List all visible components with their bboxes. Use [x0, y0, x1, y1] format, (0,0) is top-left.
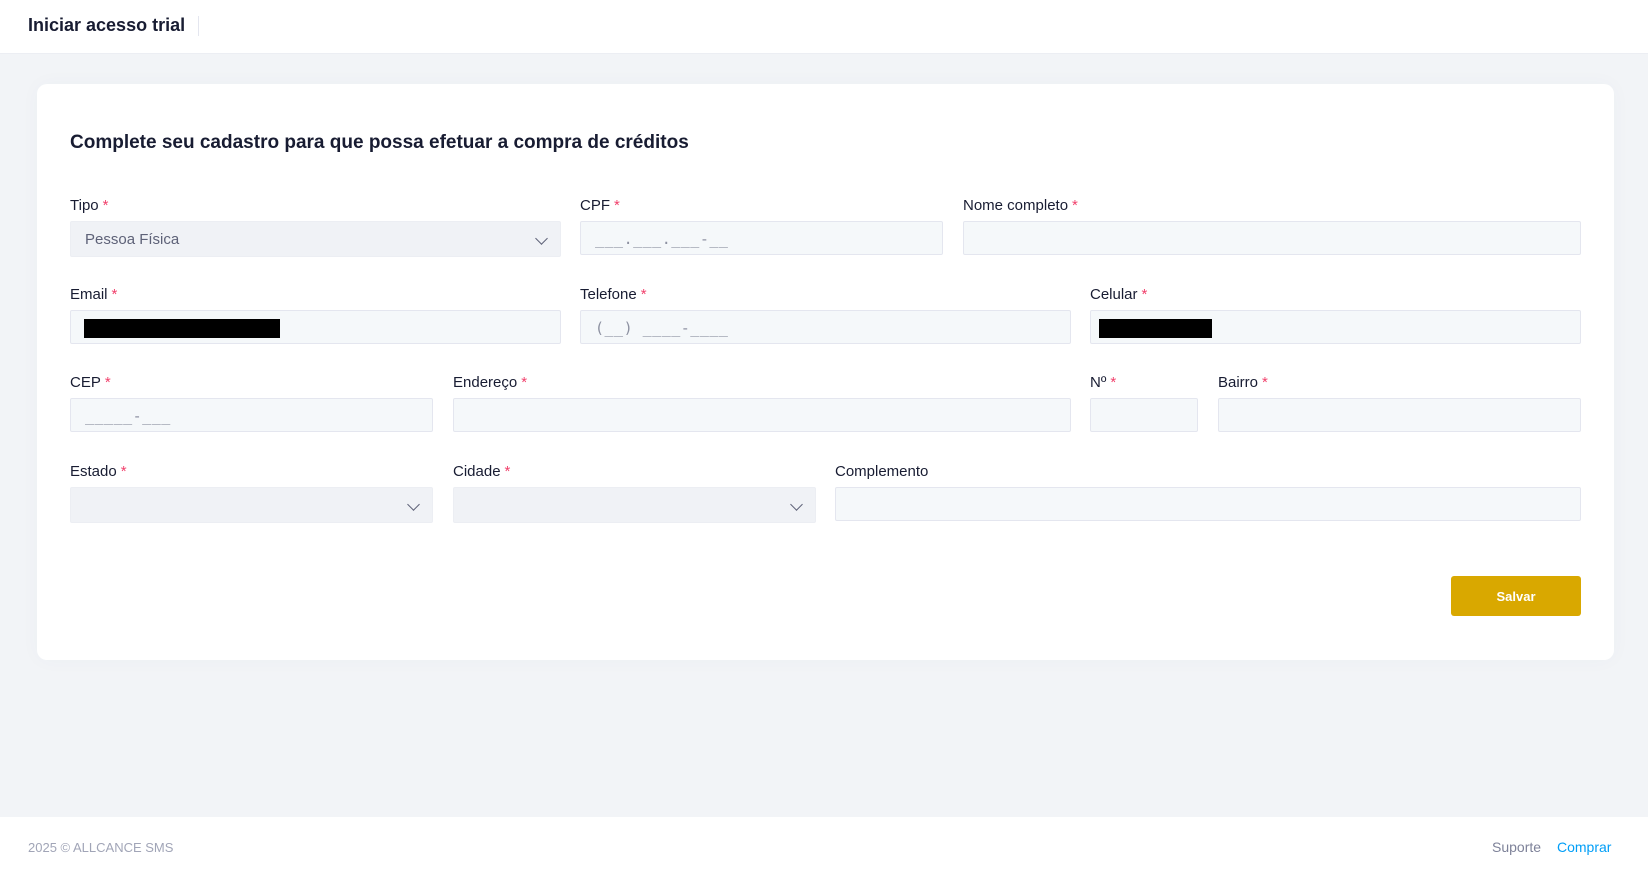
endereco-input[interactable] — [453, 398, 1071, 432]
cep-label: CEP * — [70, 374, 111, 391]
bairro-label: Bairro * — [1218, 374, 1268, 391]
header-divider — [198, 16, 199, 36]
required-mark: * — [1262, 374, 1268, 391]
estado-label: Estado * — [70, 463, 127, 480]
required-mark: * — [521, 374, 528, 391]
chevron-down-icon — [535, 232, 548, 245]
form-heading: Complete seu cadastro para que possa efe… — [70, 132, 689, 153]
required-mark: * — [102, 197, 109, 214]
save-button[interactable]: Salvar — [1451, 576, 1581, 616]
required-mark: * — [1141, 286, 1148, 303]
comprar-link[interactable]: Comprar — [1557, 839, 1611, 855]
required-mark: * — [640, 286, 647, 303]
redacted-block — [1099, 319, 1212, 338]
required-mark: * — [1110, 374, 1117, 391]
telefone-label: Telefone * — [580, 286, 647, 303]
email-label: Email * — [70, 286, 118, 303]
cpf-label: CPF * — [580, 197, 620, 214]
tipo-select-value: Pessoa Física — [85, 231, 180, 248]
nome-input[interactable] — [963, 221, 1581, 255]
chevron-down-icon — [407, 498, 420, 511]
registration-card: Complete seu cadastro para que possa efe… — [37, 84, 1614, 660]
complemento-label: Complemento — [835, 463, 929, 480]
top-header: Iniciar acesso trial — [0, 0, 1648, 54]
cidade-label: Cidade * — [453, 463, 511, 480]
telefone-input[interactable]: (__) ____-____ — [580, 310, 1071, 344]
page-title: Iniciar acesso trial — [28, 15, 186, 35]
nome-label: Nome completo * — [963, 197, 1078, 214]
required-mark: * — [111, 286, 118, 303]
numero-label: Nº * — [1090, 374, 1117, 391]
celular-label: Celular * — [1090, 286, 1148, 303]
redacted-block — [84, 319, 280, 338]
tipo-select[interactable]: Pessoa Física — [70, 221, 561, 257]
cidade-select[interactable] — [453, 487, 816, 523]
endereco-label: Endereço * — [453, 374, 528, 391]
required-mark: * — [504, 463, 511, 480]
required-mark: * — [104, 374, 111, 391]
footer: 2025 © ALLCANCE SMS Suporte Comprar — [0, 817, 1648, 877]
complemento-input[interactable] — [835, 487, 1581, 521]
required-mark: * — [120, 463, 127, 480]
copyright-text: 2025 © ALLCANCE SMS — [28, 840, 174, 855]
bairro-input[interactable] — [1218, 398, 1581, 432]
cep-input[interactable]: _____-___ — [70, 398, 433, 432]
required-mark: * — [1072, 197, 1078, 214]
numero-input[interactable] — [1090, 398, 1198, 432]
required-mark: * — [614, 197, 620, 214]
cpf-input[interactable]: ___.___.___-__ — [580, 221, 943, 255]
chevron-down-icon — [790, 498, 803, 511]
suporte-link[interactable]: Suporte — [1492, 839, 1541, 855]
email-input[interactable] — [70, 310, 561, 344]
tipo-label: Tipo * — [70, 197, 109, 214]
estado-select[interactable] — [70, 487, 433, 523]
celular-input[interactable] — [1090, 310, 1581, 344]
